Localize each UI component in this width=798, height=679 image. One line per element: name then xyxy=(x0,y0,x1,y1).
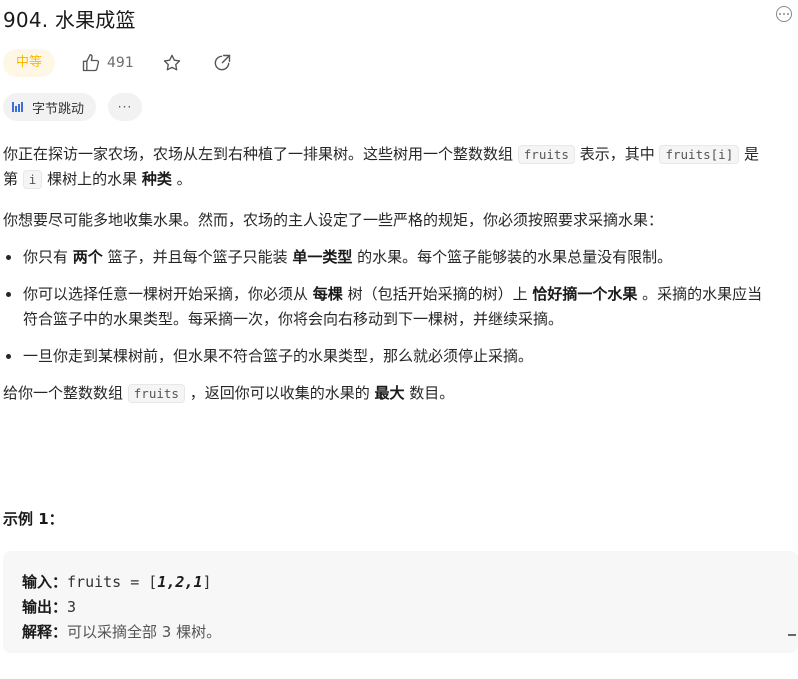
favorite-button[interactable] xyxy=(162,53,182,73)
more-options-icon[interactable] xyxy=(776,6,792,22)
text: 。 xyxy=(171,170,192,188)
example-input-label: 输入： xyxy=(22,573,68,591)
text: 一旦你走到某棵树前，但水果不符合篮子的水果类型，那么就必须停止采摘。 xyxy=(23,347,534,365)
text: ，返回你可以收集的水果的 xyxy=(184,384,375,402)
example-output-value: 3 xyxy=(67,598,77,616)
rules-list: 你只有 两个 篮子，并且每个篮子只能装 单一类型 的水果。每个篮子能够装的水果总… xyxy=(3,245,773,369)
problem-title: 904. 水果成篮 xyxy=(3,8,136,32)
description-paragraph: 给你一个整数数组 fruits ，返回你可以收集的水果的 最大 数目。 xyxy=(3,381,773,406)
bold-text: 单一类型 xyxy=(292,248,353,266)
like-count: 491 xyxy=(107,55,134,71)
inline-code: i xyxy=(22,170,43,189)
bar-chart-icon xyxy=(12,102,24,112)
inline-code: fruits xyxy=(517,145,575,164)
text: 你可以选择任意一棵树开始采摘，你必须从 xyxy=(23,285,313,303)
example-explanation-line: 解释：可以采摘全部 3 棵树。 xyxy=(22,621,221,642)
rule-item: 你只有 两个 篮子，并且每个篮子只能装 单一类型 的水果。每个篮子能够装的水果总… xyxy=(3,245,773,270)
tag-row: 字节跳动 ··· xyxy=(3,93,143,121)
example-explanation-text: 可以采摘全部 3 棵树。 xyxy=(67,623,222,641)
text: 篮子，并且每个篮子只能装 xyxy=(102,248,293,266)
text: 树（包括开始采摘的树）上 xyxy=(342,285,533,303)
example-input-values: 1,2,1 xyxy=(157,573,203,591)
problem-meta-row: 中等 491 xyxy=(3,48,232,78)
company-tag-label: 字节跳动 xyxy=(32,101,85,117)
text: 给你一个整数数组 xyxy=(3,384,128,402)
text: 表示，其中 xyxy=(574,145,660,163)
share-button[interactable] xyxy=(212,53,232,73)
thumbs-up-icon xyxy=(82,54,100,72)
description-paragraph: 你正在探访一家农场，农场从左到右种植了一排果树。这些树用一个整数数组 fruit… xyxy=(3,142,773,192)
bold-text: 每棵 xyxy=(312,285,343,303)
like-button[interactable]: 491 xyxy=(81,53,134,73)
example-input-prefix: fruits = [ xyxy=(67,573,158,591)
example-output-label: 输出： xyxy=(22,598,68,616)
example-output-line: 输出：3 xyxy=(22,596,76,617)
bold-text: 最大 xyxy=(374,384,405,402)
company-tag[interactable]: 字节跳动 xyxy=(3,93,97,121)
text: 的水果。每个篮子能够装的水果总量没有限制。 xyxy=(352,248,673,266)
share-icon xyxy=(214,54,230,71)
example-title: 示例 1： xyxy=(3,510,64,528)
problem-description: 你正在探访一家农场，农场从左到右种植了一排果树。这些树用一个整数数组 fruit… xyxy=(3,142,773,406)
more-tags-button[interactable]: ··· xyxy=(108,93,143,121)
inline-code: fruits[i] xyxy=(659,145,740,164)
bold-text: 恰好摘一个水果 xyxy=(532,285,638,303)
difficulty-badge[interactable]: 中等 xyxy=(3,49,56,77)
text: 数目。 xyxy=(404,384,455,402)
resize-handle[interactable] xyxy=(788,634,796,636)
description-paragraph: 你想要尽可能多地收集水果。然而，农场的主人设定了一些严格的规矩，你必须按照要求采… xyxy=(3,211,664,229)
text: 棵树上的水果 xyxy=(42,170,142,188)
bold-text: 两个 xyxy=(72,248,103,266)
bold-text: 种类 xyxy=(141,170,172,188)
star-icon xyxy=(163,54,180,71)
inline-code: fruits xyxy=(127,384,185,403)
rule-item: 你可以选择任意一棵树开始采摘，你必须从 每棵 树（包括开始采摘的树）上 恰好摘一… xyxy=(3,282,773,332)
example-explanation-label: 解释： xyxy=(22,623,68,641)
example-block: 输入：fruits = [1,2,1] 输出：3 解释：可以采摘全部 3 棵树。 xyxy=(3,551,798,653)
example-input-line: 输入：fruits = [1,2,1] xyxy=(22,571,212,592)
rule-item: 一旦你走到某棵树前，但水果不符合篮子的水果类型，那么就必须停止采摘。 xyxy=(3,344,773,369)
text: 你只有 xyxy=(23,248,73,266)
text: 你正在探访一家农场，农场从左到右种植了一排果树。这些树用一个整数数组 xyxy=(3,145,518,163)
example-input-suffix: ] xyxy=(202,573,212,591)
